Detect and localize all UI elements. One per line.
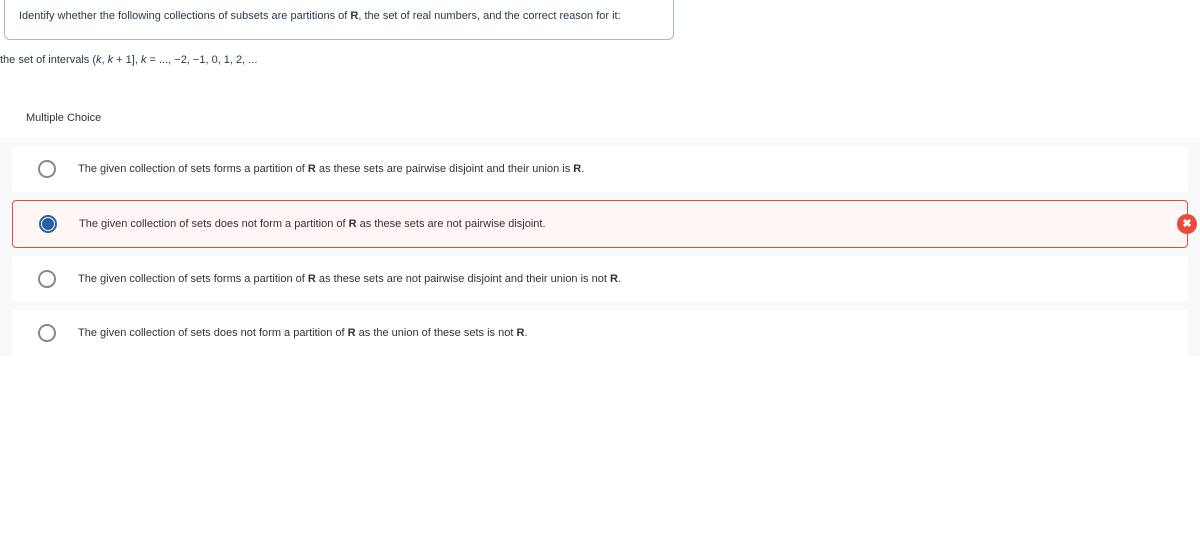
option-text: The given collection of sets does not fo… (79, 218, 546, 230)
option-1[interactable]: The given collection of sets forms a par… (12, 146, 1188, 192)
question-prompt-box: Identify whether the following collectio… (4, 0, 674, 40)
radio-icon[interactable] (38, 324, 56, 342)
option-text: The given collection of sets forms a par… (78, 163, 584, 175)
radio-icon[interactable] (38, 160, 56, 178)
radio-icon-filled[interactable] (39, 215, 57, 233)
section-label: Multiple Choice (0, 98, 1200, 138)
options-list: The given collection of sets forms a par… (0, 146, 1200, 356)
option-4[interactable]: The given collection of sets does not fo… (12, 310, 1188, 356)
multiple-choice-section: Multiple Choice The given collection of … (0, 98, 1200, 356)
option-text: The given collection of sets forms a par… (78, 273, 621, 285)
wrong-icon: ✖ (1177, 214, 1197, 234)
question-text: Identify whether the following collectio… (19, 10, 621, 22)
option-text: The given collection of sets does not fo… (78, 327, 527, 339)
option-2-selected-wrong[interactable]: The given collection of sets does not fo… (12, 200, 1188, 248)
radio-icon[interactable] (38, 270, 56, 288)
option-3[interactable]: The given collection of sets forms a par… (12, 256, 1188, 302)
question-subtext: the set of intervals (k, k + 1], k = ...… (0, 54, 1200, 66)
